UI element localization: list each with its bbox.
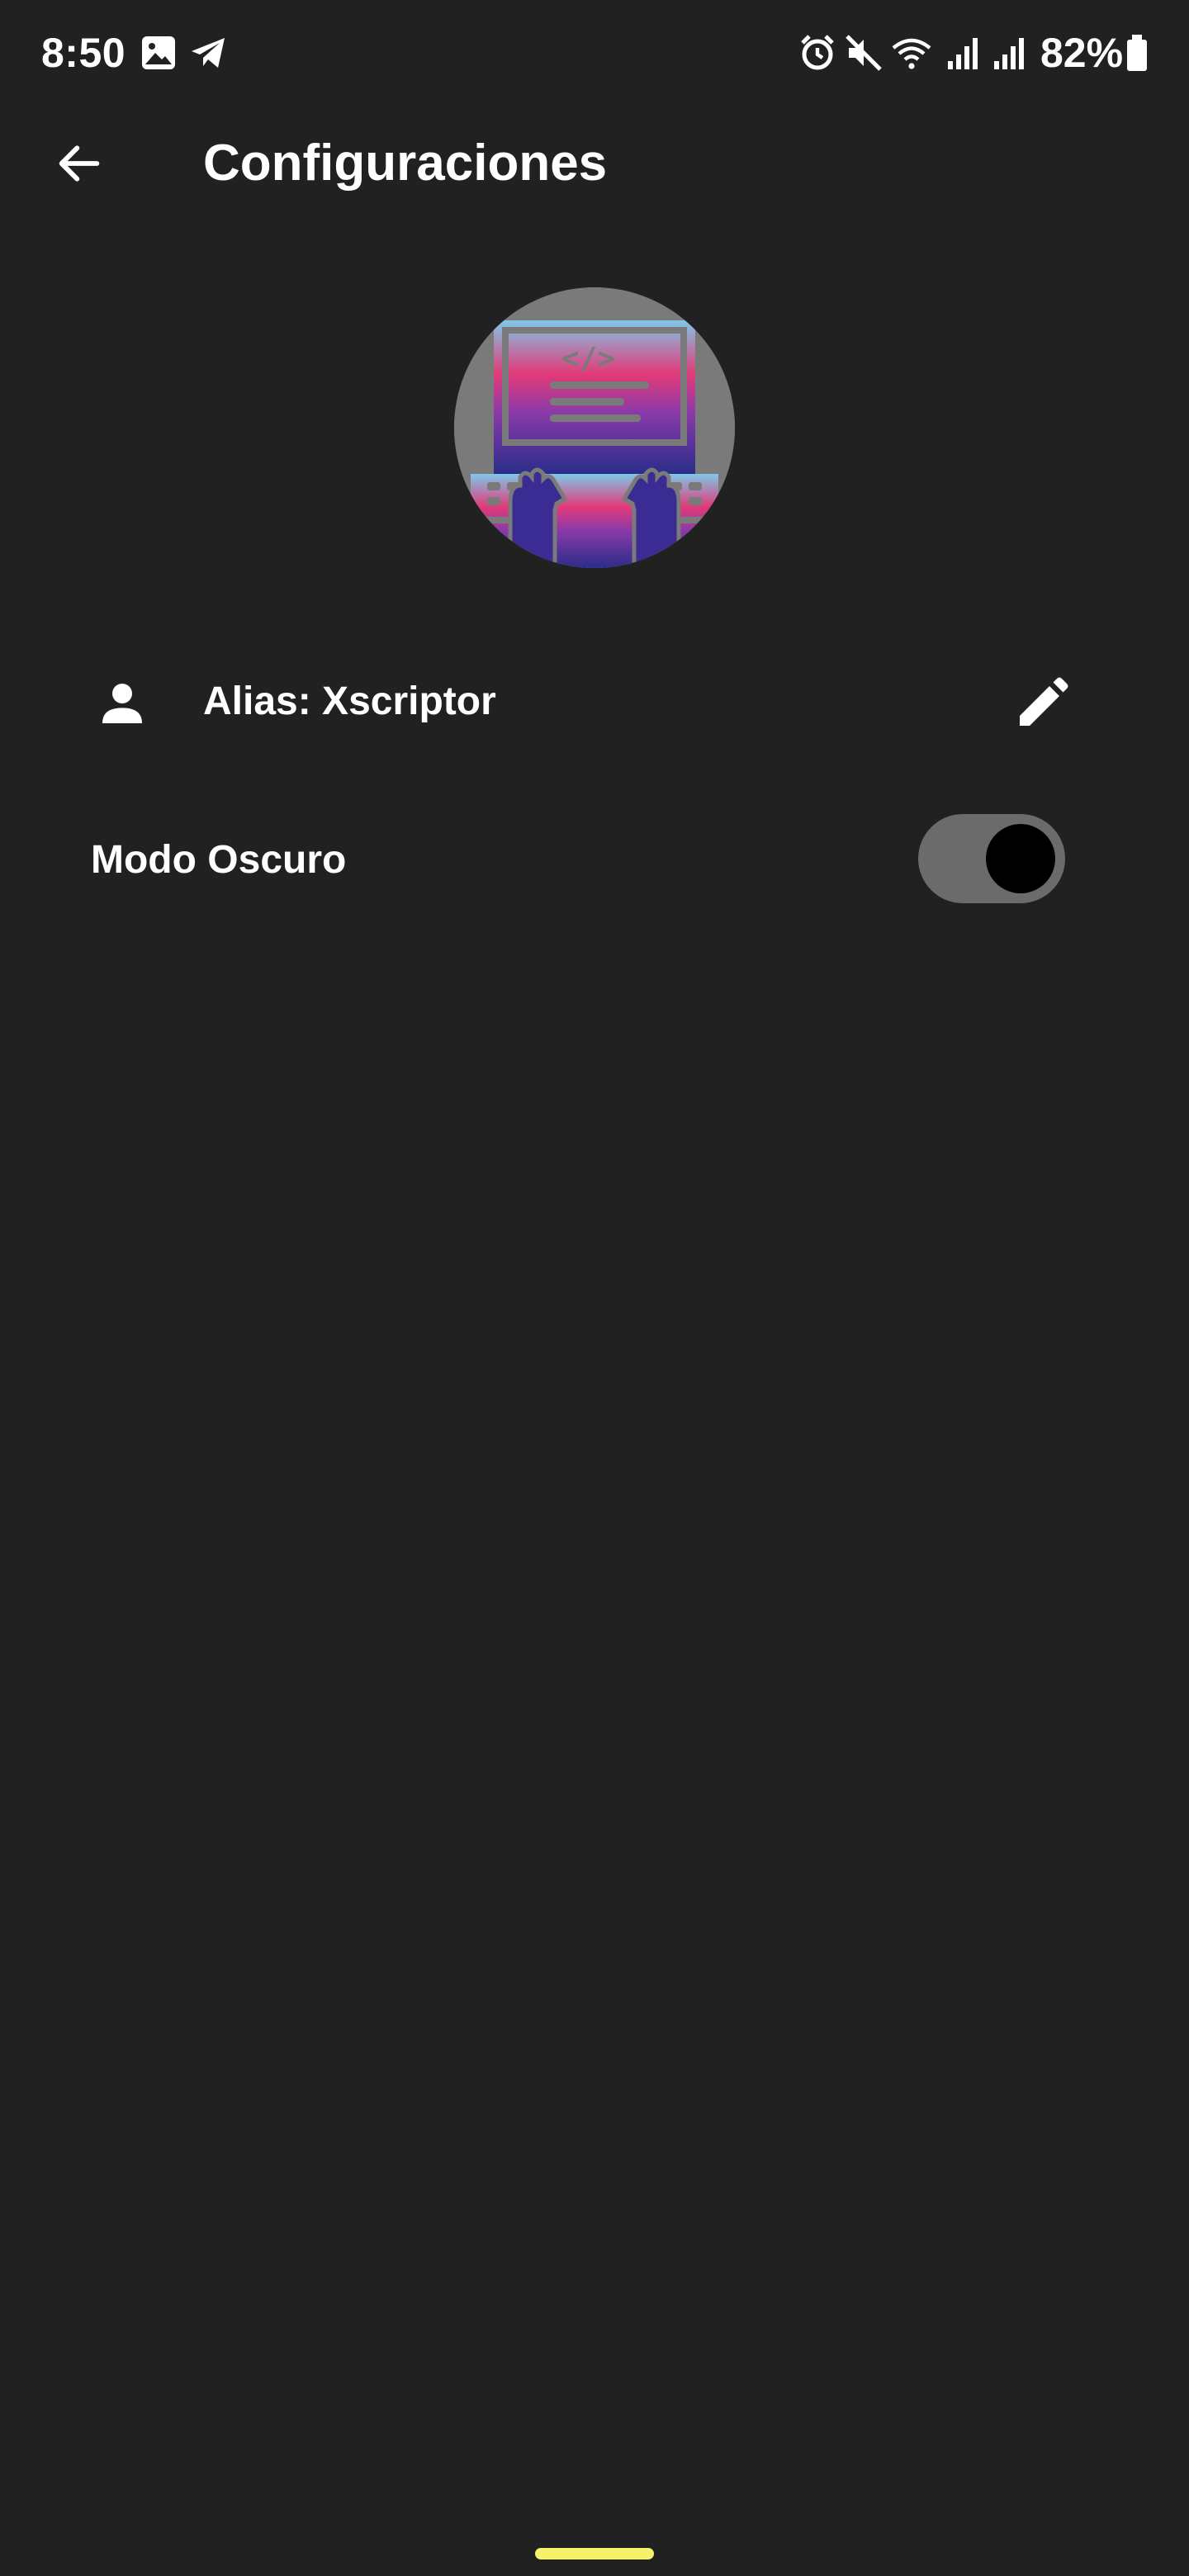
- back-button[interactable]: [46, 137, 112, 190]
- dark-mode-label: Modo Oscuro: [91, 838, 347, 882]
- laptop-coder-icon: </>: [454, 287, 735, 568]
- signal-icon: [948, 38, 978, 69]
- battery-icon: [1127, 35, 1147, 71]
- svg-text:</>: </>: [561, 342, 615, 376]
- person-icon: [102, 684, 142, 723]
- status-bar: 8:50 82%: [0, 0, 1189, 109]
- signal-icon: [994, 38, 1024, 69]
- gallery-icon: [142, 36, 175, 69]
- home-indicator[interactable]: [535, 2548, 654, 2559]
- battery-percentage: 82%: [1040, 30, 1124, 76]
- toggle-knob: [986, 824, 1055, 893]
- status-time: 8:50: [41, 30, 126, 76]
- avatar[interactable]: </>: [454, 287, 735, 568]
- alias-row: Alias: Xscriptor: [0, 652, 1189, 751]
- dark-mode-row: Modo Oscuro: [0, 809, 1189, 908]
- page-title: Configuraciones: [203, 135, 608, 192]
- wifi-icon: [892, 38, 931, 69]
- telegram-icon: [192, 38, 225, 68]
- pencil-icon: [1020, 677, 1068, 726]
- dark-mode-toggle[interactable]: [918, 814, 1065, 903]
- app-bar: Configuraciones: [0, 109, 1189, 215]
- alias-label: Alias: Xscriptor: [203, 680, 496, 723]
- alarm-icon: [801, 35, 834, 70]
- edit-alias-button[interactable]: [1007, 669, 1077, 738]
- mute-icon: [846, 35, 882, 71]
- arrow-back-icon: [59, 145, 100, 182]
